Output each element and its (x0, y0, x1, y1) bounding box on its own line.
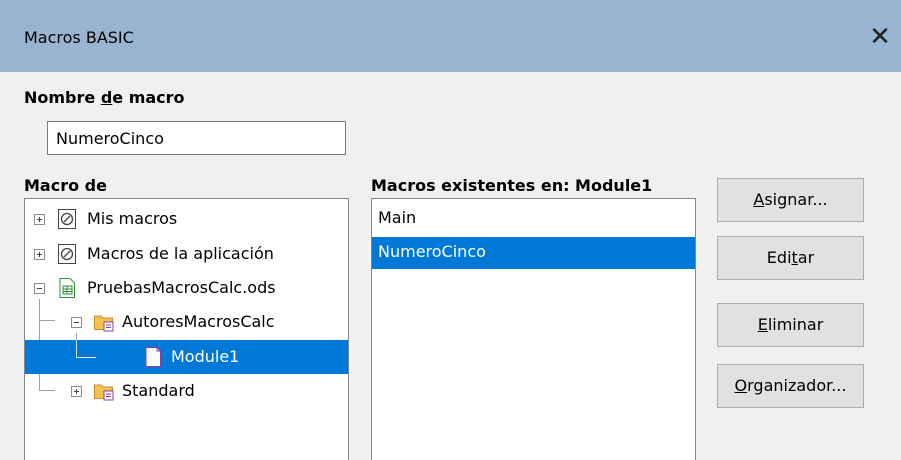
basic-module-icon (145, 347, 161, 367)
tree-item-label: AutoresMacrosCalc (122, 312, 275, 331)
expand-icon[interactable] (34, 249, 45, 260)
macro-library-icon (58, 244, 76, 264)
collapse-icon[interactable] (34, 283, 45, 294)
expand-icon[interactable] (34, 214, 45, 225)
tree-item-label: Standard (122, 381, 195, 400)
macro-library-icon (58, 209, 76, 229)
tree-item-macros-aplicacion[interactable]: Macros de la aplicación (25, 237, 348, 271)
list-item-main[interactable]: Main (372, 203, 695, 235)
tree-item-pruebas-ods[interactable]: PruebasMacrosCalc.ods (25, 271, 348, 305)
close-icon[interactable]: ✕ (865, 22, 895, 52)
assign-button[interactable]: Asignar... (717, 178, 864, 222)
collapse-icon[interactable] (71, 317, 82, 328)
macro-library-tree[interactable]: Mis macros Macros de la aplicación Prueb… (24, 198, 349, 460)
basic-library-folder-icon (94, 384, 114, 401)
tree-item-module1[interactable]: Module1 (25, 340, 348, 374)
tree-item-label: Module1 (171, 347, 240, 366)
tree-connector (76, 357, 96, 358)
existing-macros-label: Macros existentes en: Module1 (371, 176, 653, 195)
tree-item-autores-macros[interactable]: AutoresMacrosCalc (25, 305, 348, 339)
expand-icon[interactable] (71, 386, 82, 397)
macro-name-input[interactable] (47, 121, 346, 155)
window-title: Macros BASIC (24, 28, 134, 47)
organizer-button[interactable]: Organizador... (717, 364, 864, 408)
basic-library-folder-icon (94, 315, 114, 332)
tree-item-mis-macros[interactable]: Mis macros (25, 202, 348, 236)
tree-item-label: Mis macros (87, 209, 178, 228)
tree-item-label: Macros de la aplicación (87, 244, 274, 263)
existing-macros-list[interactable]: Main NumeroCinco (371, 198, 696, 460)
macro-from-label: Macro de (24, 176, 107, 195)
tree-item-standard[interactable]: Standard (25, 374, 348, 408)
delete-button[interactable]: Eliminar (717, 303, 864, 347)
tree-item-label: PruebasMacrosCalc.ods (87, 278, 276, 297)
spreadsheet-document-icon (59, 278, 75, 298)
tree-connector (76, 340, 77, 357)
list-item-numerocinco[interactable]: NumeroCinco (372, 237, 695, 269)
title-bar: Macros BASIC ✕ (0, 0, 901, 72)
macro-name-label: Nombre de macro (24, 88, 185, 107)
edit-button[interactable]: Editar (717, 236, 864, 280)
